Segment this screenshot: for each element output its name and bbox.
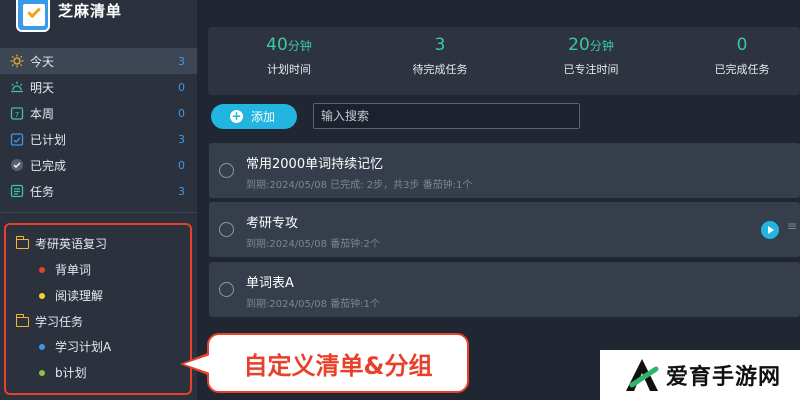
sidebar-item-today[interactable]: 今天 3 bbox=[0, 48, 197, 74]
list-item-plan-b[interactable]: b计划 bbox=[39, 364, 87, 381]
play-icon[interactable] bbox=[761, 221, 779, 239]
task-item[interactable]: 单词表A 到期:2024/05/08 番茄钟:1个 bbox=[209, 262, 800, 317]
add-task-button[interactable]: + 添加 bbox=[211, 104, 297, 129]
app-logo-icon bbox=[16, 0, 50, 32]
list-color-dot bbox=[39, 266, 45, 273]
watermark-text: 爱育手游网 bbox=[666, 365, 782, 390]
sidebar-item-completed[interactable]: 已完成 0 bbox=[0, 152, 197, 178]
svg-text:7: 7 bbox=[15, 111, 19, 119]
list-color-dot bbox=[39, 343, 45, 350]
watermark: 爱育手游网 bbox=[600, 350, 800, 400]
task-checkbox[interactable] bbox=[219, 222, 234, 237]
stat-label: 已完成任务 bbox=[714, 63, 770, 76]
sidebar-item-label: 本周 bbox=[30, 106, 55, 121]
task-meta: 到期:2024/05/08 番茄钟:1个 bbox=[246, 299, 380, 310]
sidebar-item-planned[interactable]: 已计划 3 bbox=[0, 126, 197, 152]
sidebar-item-label: 任务 bbox=[30, 184, 55, 199]
list-item-reading[interactable]: 阅读理解 bbox=[39, 287, 103, 304]
stat-label: 待完成任务 bbox=[412, 63, 468, 76]
folder-icon bbox=[15, 235, 29, 249]
sidebar-item-label: 明天 bbox=[30, 80, 55, 95]
watermark-logo-icon bbox=[622, 355, 662, 395]
stat-value: 40 bbox=[266, 35, 288, 55]
stat-focus-time: 20分钟 已专注时间 bbox=[521, 35, 661, 77]
sidebar-item-count: 3 bbox=[178, 132, 185, 146]
add-button-label: 添加 bbox=[251, 110, 276, 124]
stat-value: 0 bbox=[736, 35, 748, 55]
stat-label: 已专注时间 bbox=[563, 63, 619, 76]
stats-bar: 40分钟 计划时间 3 待完成任务 20分钟 已专注时间 0 已完成任务 bbox=[208, 27, 800, 95]
sidebar-item-count: 0 bbox=[178, 158, 185, 172]
stat-completed-tasks: 0 已完成任务 bbox=[672, 35, 800, 77]
folder-label: 学习任务 bbox=[35, 315, 84, 329]
stat-planned-time: 40分钟 计划时间 bbox=[219, 35, 359, 77]
sidebar-item-label: 已计划 bbox=[30, 132, 67, 147]
callout-text: 自定义清单&分组 bbox=[243, 351, 433, 380]
task-title: 单词表A bbox=[246, 276, 294, 291]
list-icon bbox=[10, 184, 24, 198]
custom-lists-highlight: 考研英语复习 背单词 阅读理解 学习任务 学习计划A b计划 bbox=[4, 223, 192, 395]
list-item-label: 背单词 bbox=[55, 263, 92, 277]
list-item-plan-a[interactable]: 学习计划A bbox=[39, 338, 111, 355]
sunrise-icon bbox=[10, 80, 24, 94]
task-checkbox[interactable] bbox=[219, 163, 234, 178]
sidebar-item-count: 3 bbox=[178, 184, 185, 198]
list-color-dot bbox=[39, 369, 45, 376]
plus-icon: + bbox=[230, 109, 243, 123]
more-icon[interactable]: ≡ bbox=[787, 219, 797, 233]
stat-label: 计划时间 bbox=[267, 63, 311, 76]
task-item[interactable]: 常用2000单词持续记忆 到期:2024/05/08 已完成: 2步，共3步 番… bbox=[209, 143, 800, 198]
sidebar-item-count: 3 bbox=[178, 54, 185, 68]
list-color-dot bbox=[39, 292, 45, 299]
sidebar-nav: 今天 3 明天 0 7 本周 0 已计划 3 已完成 0 任务 3 bbox=[0, 48, 197, 204]
callout-pointer-inner bbox=[184, 355, 210, 373]
app-title: 芝麻清单 bbox=[58, 2, 123, 20]
sidebar-item-count: 0 bbox=[178, 106, 185, 120]
list-item-label: b计划 bbox=[55, 366, 87, 380]
sidebar-item-label: 已完成 bbox=[30, 158, 67, 173]
folder-group-kaoyan[interactable]: 考研英语复习 bbox=[15, 235, 108, 252]
list-item-label: 阅读理解 bbox=[55, 289, 104, 303]
sidebar-item-count: 0 bbox=[178, 80, 185, 94]
list-item-vocab[interactable]: 背单词 bbox=[39, 261, 91, 278]
app-header: 芝麻清单 bbox=[0, 0, 197, 44]
stat-value: 3 bbox=[434, 35, 446, 55]
task-checkbox[interactable] bbox=[219, 282, 234, 297]
stat-value: 20 bbox=[568, 35, 590, 55]
sidebar-item-tasks[interactable]: 任务 3 bbox=[0, 178, 197, 204]
list-item-label: 学习计划A bbox=[55, 340, 112, 354]
stat-pending-tasks: 3 待完成任务 bbox=[370, 35, 510, 77]
task-meta: 到期:2024/05/08 番茄钟:2个 bbox=[246, 239, 380, 250]
search-input[interactable] bbox=[313, 103, 580, 129]
calendar-check-icon bbox=[10, 132, 24, 146]
folder-label: 考研英语复习 bbox=[35, 237, 108, 251]
callout-box: 自定义清单&分组 bbox=[207, 333, 469, 393]
stat-unit: 分钟 bbox=[589, 39, 614, 53]
folder-icon bbox=[15, 313, 29, 327]
stat-unit: 分钟 bbox=[287, 39, 312, 53]
sidebar-item-week[interactable]: 7 本周 0 bbox=[0, 100, 197, 126]
task-title: 考研专攻 bbox=[246, 216, 299, 231]
sidebar-item-tomorrow[interactable]: 明天 0 bbox=[0, 74, 197, 100]
task-meta: 到期:2024/05/08 已完成: 2步，共3步 番茄钟:1个 bbox=[246, 180, 473, 191]
calendar-week-icon: 7 bbox=[10, 106, 24, 120]
folder-group-study[interactable]: 学习任务 bbox=[15, 313, 84, 330]
sun-icon bbox=[10, 54, 24, 68]
sidebar-item-label: 今天 bbox=[30, 54, 55, 69]
sidebar-divider bbox=[0, 212, 197, 213]
task-item[interactable]: 考研专攻 到期:2024/05/08 番茄钟:2个 ≡ bbox=[209, 202, 800, 257]
check-circle-icon bbox=[10, 158, 24, 172]
task-title: 常用2000单词持续记忆 bbox=[246, 157, 384, 172]
